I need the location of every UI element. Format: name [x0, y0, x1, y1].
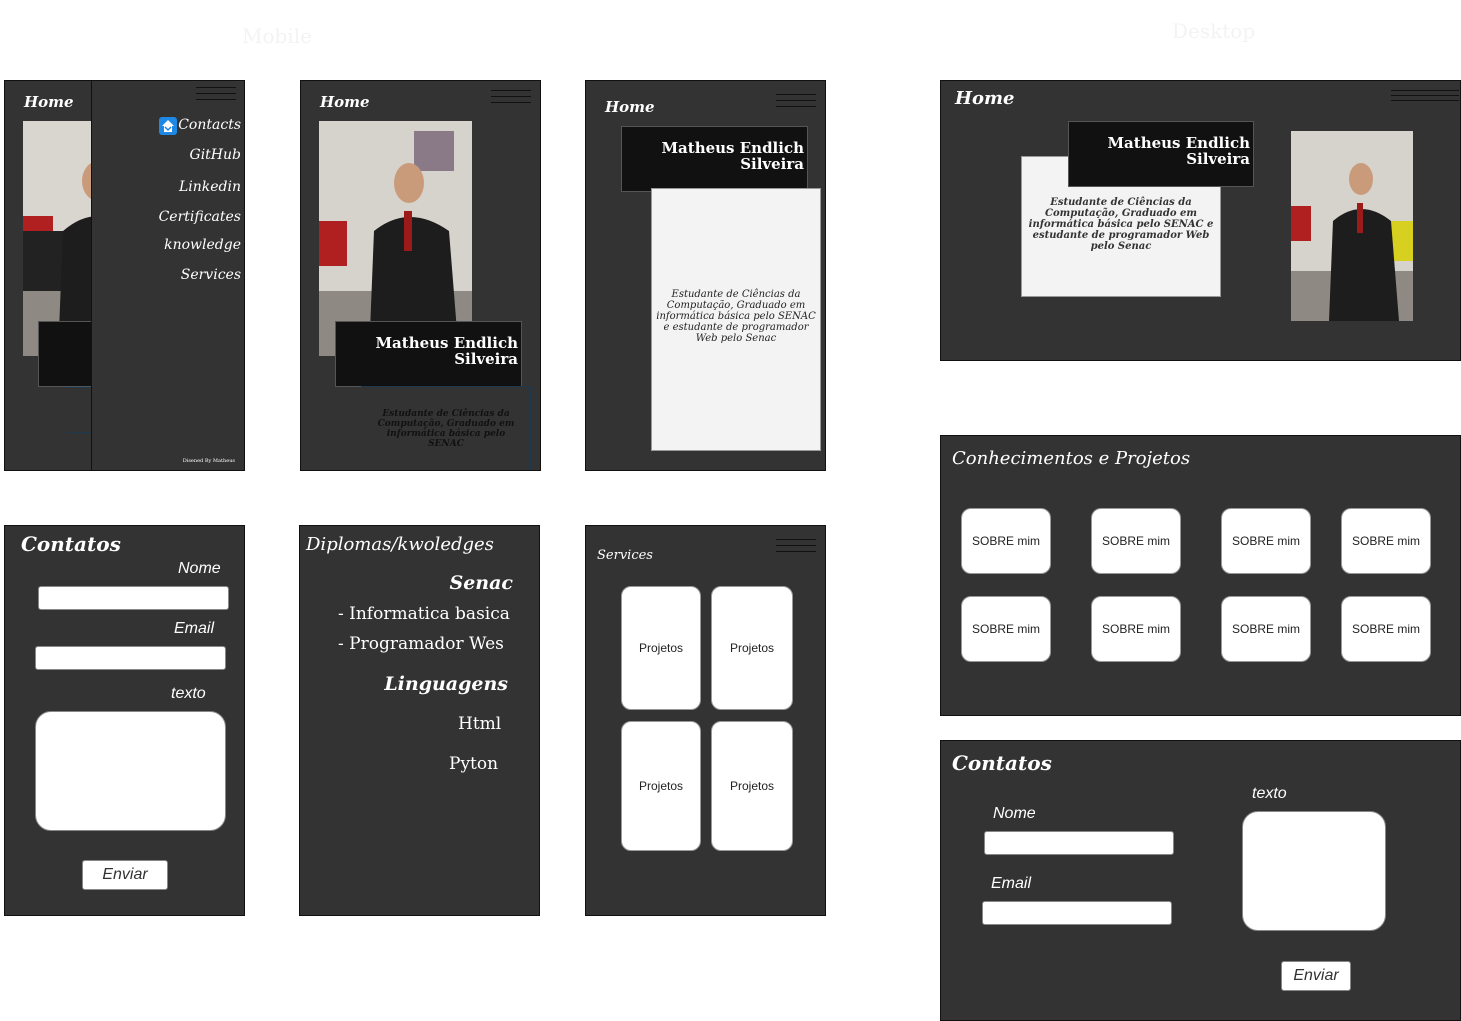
message-textarea[interactable] — [35, 711, 226, 831]
drawer-item-github[interactable]: GitHub — [190, 147, 241, 163]
drawer-item-linkedin[interactable]: Linkedin — [179, 179, 241, 195]
services-title: Services — [597, 548, 653, 563]
description-box: Estudante de Ciências da Computação, Gra… — [361, 386, 531, 470]
nav-drawer: Contacts GitHub Linkedin Certificates kn… — [91, 81, 244, 470]
about-card[interactable]: SOBRE mim — [1341, 508, 1431, 574]
diplomas-title: Diplomas/kwoledges — [306, 534, 494, 555]
about-card[interactable]: SOBRE mim — [1341, 596, 1431, 662]
about-card[interactable]: SOBRE mim — [961, 508, 1051, 574]
description-box: Estudante de Ciências da Computação, Gra… — [651, 188, 821, 451]
name-line-2: Silveira — [740, 154, 804, 173]
mobile-home-variant-frame: Home Matheus Endlich Silveira Estudante … — [585, 80, 826, 471]
email-input[interactable] — [35, 646, 226, 670]
home-link[interactable]: Home — [320, 93, 370, 111]
contacts-title: Contatos — [952, 751, 1052, 775]
drawer-item-knowledge[interactable]: knowledge — [164, 237, 241, 253]
email-label: Email — [991, 875, 1032, 892]
project-card[interactable]: Projetos — [621, 721, 701, 851]
name-line-2: Silveira — [454, 349, 518, 368]
mobile-diplomas-frame: Diplomas/kwoledges Senac - Informatica b… — [299, 525, 540, 916]
name-input[interactable] — [984, 831, 1174, 855]
name-box: Matheus Endlich Silveira — [335, 321, 522, 387]
menu-icon[interactable] — [491, 90, 531, 104]
email-label: Email — [174, 620, 215, 637]
home-link[interactable]: Home — [24, 93, 74, 111]
desktop-knowledge-frame: Conhecimentos e Projetos SOBRE mim SOBRE… — [940, 435, 1461, 716]
submit-button[interactable]: Enviar — [82, 860, 168, 890]
drawer-item-services[interactable]: Services — [181, 267, 241, 283]
about-card[interactable]: SOBRE mim — [1091, 596, 1181, 662]
mobile-section-label: Mobile — [242, 24, 312, 48]
about-card[interactable]: SOBRE mim — [961, 596, 1051, 662]
name-box: Matheus Endlich Silveira — [1068, 121, 1254, 187]
name-box: Matheus Endlich Silveira — [621, 126, 808, 192]
knowledge-title: Conhecimentos e Projetos — [952, 448, 1191, 469]
menu-icon[interactable] — [196, 87, 236, 101]
house-icon — [159, 117, 177, 135]
contacts-title: Contatos — [21, 532, 121, 556]
project-card[interactable]: Projetos — [711, 721, 793, 851]
drawer-item-certificates[interactable]: Certificates — [159, 209, 241, 225]
home-link[interactable]: Home — [955, 88, 1015, 109]
drawer-item-contacts[interactable]: Contacts — [178, 117, 241, 133]
desktop-contacts-frame: Contatos Nome Email texto Enviar — [940, 740, 1461, 1021]
about-card[interactable]: SOBRE mim — [1091, 508, 1181, 574]
language-item: Html — [458, 714, 502, 734]
name-label: Nome — [178, 560, 221, 577]
message-textarea[interactable] — [1242, 811, 1386, 931]
drawer-footer: Disened By Matheus — [182, 458, 235, 464]
diploma-item: - Informatica basica — [338, 604, 510, 624]
mobile-contacts-frame: Contatos Nome Email texto Enviar — [4, 525, 245, 916]
name-line-2: Silveira — [1186, 149, 1250, 168]
name-label: Nome — [993, 805, 1036, 822]
senac-heading: Senac — [449, 572, 513, 594]
desktop-section-label: Desktop — [1172, 19, 1256, 43]
mobile-home-frame: Home Matheus Endlich Silveira Estudante … — [300, 80, 541, 471]
languages-heading: Linguagens — [384, 673, 508, 695]
menu-icon[interactable] — [776, 94, 816, 108]
diploma-item: - Programador Wes — [338, 634, 504, 654]
email-input[interactable] — [982, 901, 1172, 925]
text-label: texto — [1252, 785, 1287, 802]
project-card[interactable]: Projetos — [621, 586, 701, 710]
about-card[interactable]: SOBRE mim — [1221, 596, 1311, 662]
desktop-home-frame: Home Estudante de Ciências da Computação… — [940, 80, 1461, 361]
text-label: texto — [171, 685, 206, 702]
language-item: Pyton — [449, 754, 499, 774]
mobile-home-drawer-frame: Home Contacts GitHub Linkedin Certificat… — [4, 80, 245, 471]
mobile-services-frame: Services Projetos Projetos Projetos Proj… — [585, 525, 826, 916]
menu-icon[interactable] — [1391, 90, 1459, 102]
profile-photo-image — [1291, 131, 1413, 321]
menu-icon[interactable] — [776, 539, 816, 553]
project-card[interactable]: Projetos — [711, 586, 793, 710]
profile-photo — [1291, 131, 1413, 321]
home-link[interactable]: Home — [605, 98, 655, 116]
name-input[interactable] — [38, 586, 229, 610]
about-card[interactable]: SOBRE mim — [1221, 508, 1311, 574]
submit-button[interactable]: Enviar — [1281, 961, 1351, 991]
